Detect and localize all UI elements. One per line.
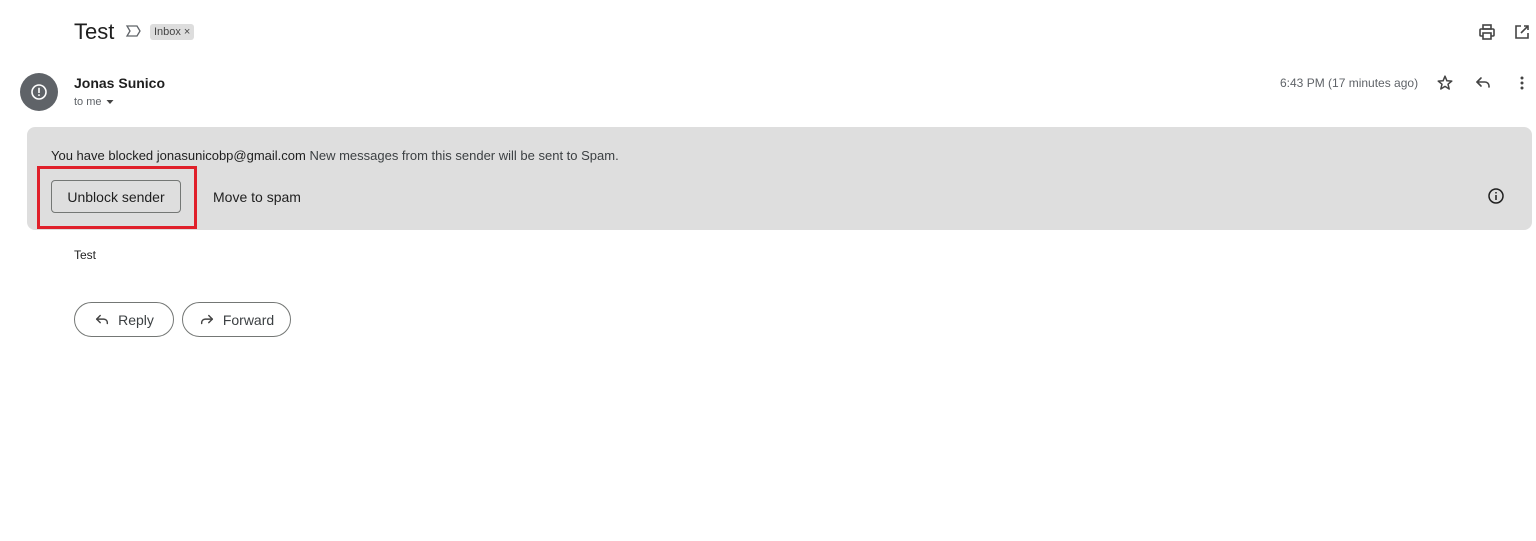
sender-name[interactable]: Jonas Sunico	[74, 74, 165, 92]
blocked-sender-message: You have blocked jonasunicobp@gmail.com …	[51, 148, 619, 164]
recipient-details-toggle[interactable]: to me	[74, 95, 115, 109]
forward-label: Forward	[222, 311, 275, 328]
caret-down-icon	[106, 100, 114, 104]
forward-button[interactable]: Forward	[182, 302, 291, 337]
reply-icon[interactable]	[1473, 73, 1493, 93]
important-marker-icon[interactable]	[124, 22, 142, 40]
open-in-new-window-icon[interactable]	[1512, 22, 1532, 42]
more-vert-icon[interactable]	[1512, 73, 1532, 93]
sender-avatar	[20, 73, 58, 111]
label-chip-text: Inbox	[154, 26, 181, 38]
reply-button[interactable]: Reply	[74, 302, 174, 337]
highlight-annotation-box	[37, 166, 197, 229]
forward-icon	[200, 314, 213, 324]
remove-label-icon[interactable]: ×	[184, 24, 190, 40]
label-chip-inbox: Inbox ×	[150, 24, 195, 40]
blocked-explanation: New messages from this sender will be se…	[305, 148, 619, 163]
reply-icon	[96, 314, 109, 324]
blocked-sender-banner	[27, 127, 1532, 230]
blocked-prefix: You have blocked	[51, 148, 157, 163]
alert-circle-icon	[31, 84, 47, 100]
info-icon[interactable]	[1486, 186, 1506, 206]
print-icon[interactable]	[1477, 22, 1497, 42]
move-to-spam-button[interactable]: Move to spam	[213, 188, 301, 206]
star-icon[interactable]	[1435, 73, 1455, 93]
message-timestamp: 6:43 PM (17 minutes ago)	[1280, 76, 1419, 90]
reply-label: Reply	[118, 311, 154, 328]
blocked-email: jonasunicobp@gmail.com	[156, 148, 306, 163]
recipient-text: to me	[74, 96, 102, 108]
email-subject: Test	[74, 19, 115, 44]
message-body: Test	[74, 248, 97, 262]
